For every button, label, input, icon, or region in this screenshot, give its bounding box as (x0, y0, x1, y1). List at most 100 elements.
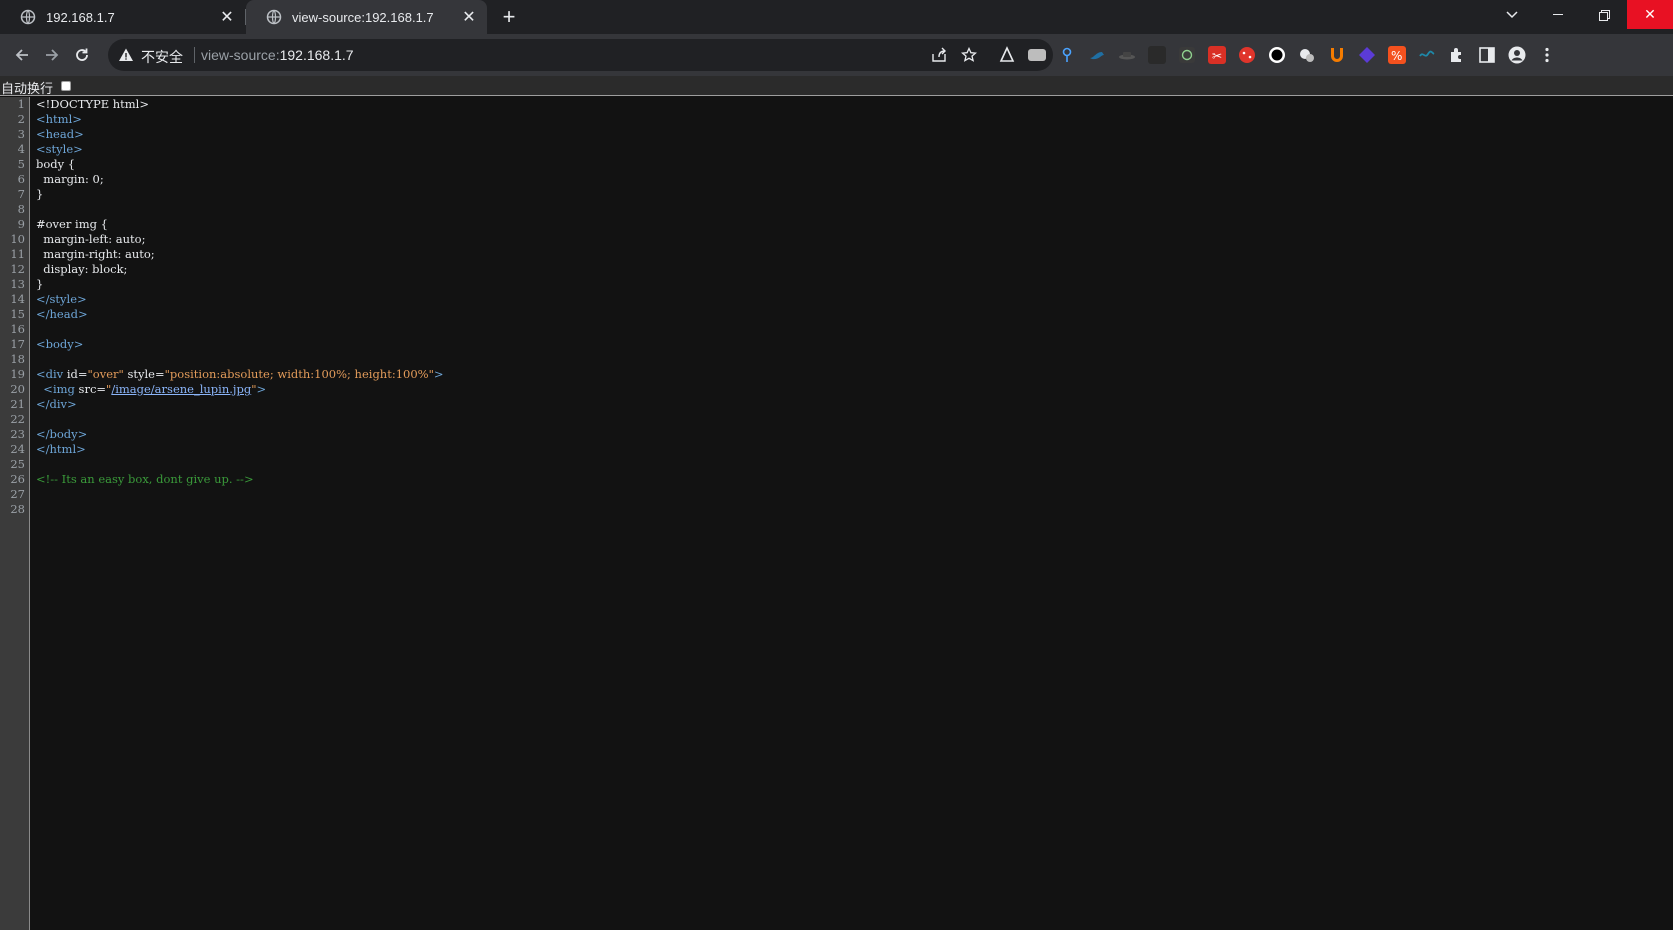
line-content: </style> (36, 292, 87, 307)
source-token: #over img { (36, 217, 108, 231)
omnibox-divider (194, 47, 195, 63)
bookmark-star-icon[interactable] (960, 46, 978, 64)
line-number: 7 (17, 187, 25, 201)
line-number: 1 (17, 97, 25, 111)
profile-icon[interactable] (1508, 46, 1526, 64)
source-line: 26 <!-- Its an easy box, dont give up. --… (0, 472, 1673, 487)
line-number: 24 (10, 442, 25, 456)
line-content: <div id="over" style="position:absolute;… (36, 367, 444, 382)
source-token: style= (123, 367, 165, 381)
hat-icon[interactable] (1118, 46, 1136, 64)
source-token: </head> (36, 307, 88, 321)
close-tab-icon[interactable]: ✕ (457, 5, 481, 29)
line-number: 5 (17, 157, 25, 171)
pin-icon[interactable] (1058, 46, 1076, 64)
more-menu-icon[interactable] (1538, 46, 1556, 64)
line-number: 21 (10, 397, 25, 411)
reload-button[interactable] (68, 41, 96, 69)
line-number: 8 (17, 202, 25, 216)
source-line: 8 (0, 202, 1673, 217)
dark-square-icon[interactable] (1148, 46, 1166, 64)
line-content: } (36, 187, 43, 202)
tab-view-source[interactable]: view-source:192.168.1.7 ✕ (246, 0, 487, 34)
restore-button[interactable] (1581, 0, 1627, 30)
source-link[interactable]: /image/arsene_lupin.jpg (111, 382, 251, 396)
minimize-button[interactable] (1535, 0, 1581, 30)
source-line: 19 <div id="over" style="position:absolut… (0, 367, 1673, 382)
source-token: } (36, 277, 44, 291)
line-content: margin-left: auto; (36, 232, 145, 247)
line-content: <img src="/image/arsene_lupin.jpg"> (36, 382, 266, 397)
close-tab-icon[interactable]: ✕ (215, 5, 239, 29)
line-content: <head> (36, 127, 84, 142)
forward-button[interactable] (38, 41, 66, 69)
source-line: 21 </div> (0, 397, 1673, 412)
source-token: "position:absolute; width:100%; height:1… (164, 367, 434, 381)
line-wrap-checkbox[interactable] (61, 81, 71, 91)
line-content: } (36, 277, 43, 292)
svg-text:%: % (1391, 49, 1402, 63)
source-token: <div (36, 367, 67, 381)
source-token: <head> (36, 127, 84, 141)
line-number: 17 (10, 337, 25, 351)
source-token: > (433, 367, 444, 381)
side-panel-icon[interactable] (1478, 46, 1496, 64)
tab-strip: 192.168.1.7 ✕ view-source:192.168.1.7 ✕ … (0, 0, 1673, 34)
browser-toolbar: 不安全 view-source:192.168.1.7 ✂ % (0, 34, 1673, 76)
tab-title: view-source:192.168.1.7 (292, 9, 434, 25)
line-number: 27 (10, 487, 25, 501)
share-icon[interactable] (930, 46, 948, 64)
warning-icon[interactable] (118, 47, 134, 63)
line-number: 18 (10, 352, 25, 366)
line-content: <body> (36, 337, 83, 352)
address-bar[interactable]: 不安全 view-source:192.168.1.7 (108, 39, 1053, 71)
url-text[interactable]: view-source:192.168.1.7 (201, 47, 354, 63)
line-wrap-bar: 自动换行 (0, 76, 1673, 97)
source-token: </body> (36, 427, 88, 441)
line-number: 12 (10, 262, 25, 276)
wappalyzer-icon[interactable] (998, 46, 1016, 64)
tab-search-chevron-icon[interactable] (1489, 0, 1535, 30)
source-token: </div> (36, 397, 77, 411)
source-token: margin-left: auto; (36, 232, 146, 246)
source-line: 25 (0, 457, 1673, 472)
line-number: 3 (17, 127, 25, 141)
dice-icon[interactable] (1238, 46, 1256, 64)
puzzle-icon[interactable] (1448, 46, 1466, 64)
source-line: 5 body { (0, 157, 1673, 172)
line-wrap-label: 自动换行 (1, 82, 54, 97)
new-tab-button[interactable]: + (497, 5, 521, 29)
source-line: 23 </body> (0, 427, 1673, 442)
url-host: 192.168.1.7 (279, 47, 354, 63)
source-token: </html> (36, 442, 86, 456)
line-content: </div> (36, 397, 77, 412)
line-content: </head> (36, 307, 88, 322)
extension-gray-icon[interactable] (1028, 49, 1046, 61)
back-button[interactable] (8, 41, 36, 69)
source-line: 2 <html> (0, 112, 1673, 127)
percent-icon[interactable]: % (1388, 46, 1406, 64)
tab-title: 192.168.1.7 (46, 9, 115, 25)
line-content: margin-right: auto; (36, 247, 154, 262)
source-line: 11 margin-right: auto; (0, 247, 1673, 262)
source-line: 13} (0, 277, 1673, 292)
u-shield-icon[interactable] (1328, 46, 1346, 64)
source-token: src= (78, 382, 107, 396)
source-token: <style> (36, 142, 83, 156)
cookie-icon[interactable] (1298, 46, 1316, 64)
source-line: 18 (0, 352, 1673, 367)
tab-192-168-1-7[interactable]: 192.168.1.7 ✕ (0, 0, 245, 34)
insecure-label[interactable]: 不安全 (141, 47, 183, 67)
svg-text:✂: ✂ (1212, 49, 1222, 63)
line-content: #over img { (36, 217, 108, 232)
wave-icon[interactable] (1418, 46, 1436, 64)
black-circle-icon[interactable] (1268, 46, 1286, 64)
gem-icon[interactable] (1358, 46, 1376, 64)
scissors-icon[interactable]: ✂ (1208, 46, 1226, 64)
source-token: <html> (36, 112, 82, 126)
circle-icon[interactable] (1178, 46, 1196, 64)
line-number: 11 (10, 247, 25, 261)
close-window-button[interactable]: ✕ (1627, 0, 1673, 29)
line-content: body { (36, 157, 75, 172)
bird-icon[interactable] (1088, 46, 1106, 64)
